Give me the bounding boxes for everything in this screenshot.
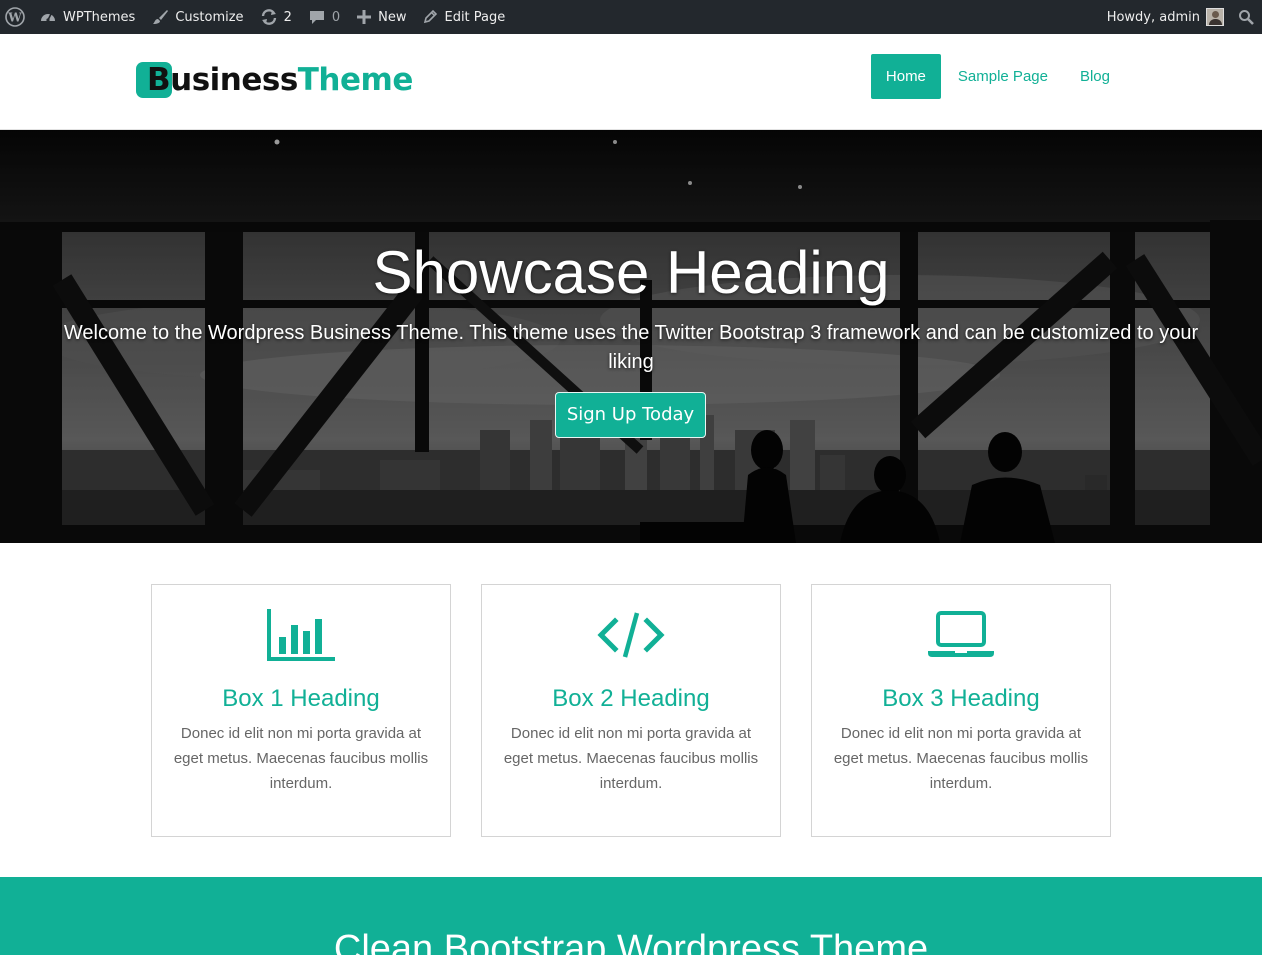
site-logo[interactable]: BusinessTheme [136,61,413,99]
promo-band: Clean Bootstrap Wordpress Theme [0,877,1262,955]
box-1-text: Donec id elit non mi porta gravida at eg… [173,725,429,792]
plus-icon [357,10,372,24]
showcase-text: Welcome to the Wordpress Business Theme.… [63,322,1199,373]
box-3-text: Donec id elit non mi porta gravida at eg… [833,725,1089,792]
showcase-heading: Showcase Heading [372,239,890,306]
my-account-menu[interactable]: Howdy, admin [1099,0,1224,34]
code-icon [597,612,665,658]
logo-text-business: Business [147,62,298,98]
howdy-label: Howdy, admin [1106,9,1200,25]
avatar [1206,8,1224,26]
edit-page-link[interactable]: Edit Page [414,0,513,34]
comment-icon [309,11,324,24]
svg-text:W: W [7,11,22,25]
wordpress-logo-menu[interactable]: W [0,0,31,34]
logo-text-theme: Theme [297,62,414,98]
nav-item-home[interactable]: Home [870,54,941,99]
feature-box-3: Box 3 Heading Donec id elit non mi porta… [811,584,1111,837]
customize-label: Customize [175,9,244,25]
promo-band-heading: Clean Bootstrap Wordpress Theme [333,928,929,955]
pencil-icon [424,9,438,24]
main-nav: Home Sample Page Blog [869,54,1125,99]
sign-up-button[interactable]: Sign Up Today [555,392,706,438]
dashboard-icon [41,13,55,22]
updates-link[interactable]: 2 [252,0,300,34]
customize-link[interactable]: Customize [143,0,251,34]
nav-item-sample-page[interactable]: Sample Page [943,54,1063,99]
bar-chart-icon [267,609,335,661]
wordpress-icon: W [5,7,25,27]
site-name-label: WPThemes [63,9,136,25]
feature-box-1: Box 1 Heading Donec id elit non mi porta… [151,584,451,837]
comments-count: 0 [331,9,341,25]
admin-bar: W WPThemes Customize 2 0 New Edit Page H… [0,0,1262,34]
box-2-heading: Box 2 Heading [552,685,710,712]
admin-search-button[interactable] [1224,0,1262,34]
site-header: BusinessTheme Home Sample Page Blog [0,34,1262,130]
feature-box-2: Box 2 Heading Donec id elit non mi porta… [481,584,781,837]
showcase-section: Showcase Heading Welcome to the Wordpres… [0,130,1262,543]
updates-icon [261,9,276,25]
edit-page-label: Edit Page [444,9,506,25]
site-name-menu[interactable]: WPThemes [31,0,143,34]
comments-link[interactable]: 0 [300,0,348,34]
box-3-heading: Box 3 Heading [882,685,1040,712]
search-icon [1239,10,1254,25]
laptop-icon [928,611,994,657]
box-2-text: Donec id elit non mi porta gravida at eg… [503,725,759,792]
updates-count: 2 [283,9,292,25]
paintbrush-icon [153,10,169,24]
new-label: New [378,9,407,25]
new-content-menu[interactable]: New [348,0,414,34]
nav-item-blog[interactable]: Blog [1065,54,1125,99]
box-1-heading: Box 1 Heading [222,685,380,712]
